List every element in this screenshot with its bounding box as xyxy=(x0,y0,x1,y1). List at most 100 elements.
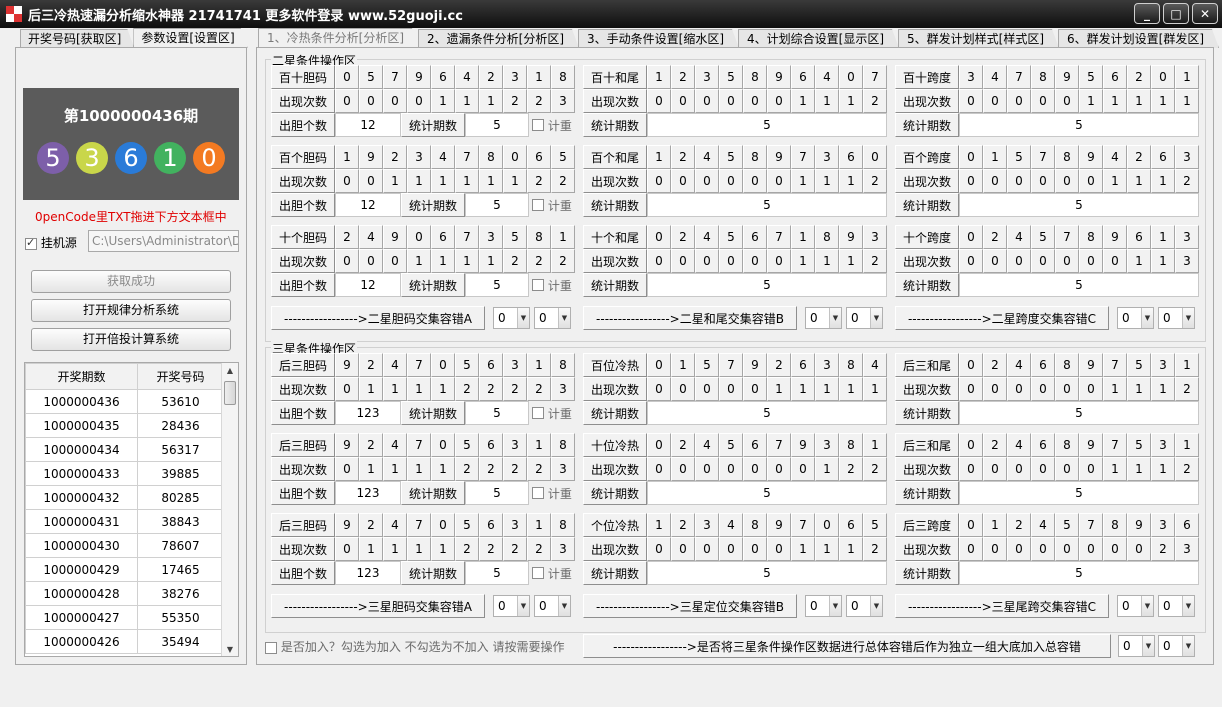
rule-analysis-button[interactable]: 打开规律分析系统 xyxy=(31,299,231,322)
period-count-input[interactable]: 5 xyxy=(465,193,529,217)
dropdown-arrow-icon[interactable]: ▼ xyxy=(1141,596,1153,616)
digit-cell[interactable]: 2 xyxy=(335,225,359,249)
digit-cell[interactable]: 0 xyxy=(407,225,431,249)
period-count-input[interactable]: 5 xyxy=(465,113,529,137)
digit-cell[interactable]: 1 xyxy=(983,513,1007,537)
digit-cell[interactable]: 9 xyxy=(767,145,791,169)
weight-toggle[interactable]: 计重 xyxy=(529,273,575,297)
weight-toggle[interactable]: 计重 xyxy=(529,401,575,425)
digit-cell[interactable]: 2 xyxy=(983,433,1007,457)
digit-cell[interactable]: 8 xyxy=(815,225,839,249)
dan-count-input[interactable]: 12 xyxy=(335,113,401,137)
tolerance-combo-a[interactable]: 0 ▼ xyxy=(493,307,530,329)
digit-cell[interactable]: 3 xyxy=(1151,353,1175,377)
digit-cell[interactable]: 0 xyxy=(647,225,671,249)
digit-cell[interactable]: 1 xyxy=(863,433,887,457)
digit-cell[interactable]: 9 xyxy=(791,433,815,457)
digit-cell[interactable]: 6 xyxy=(1175,513,1199,537)
digit-cell[interactable]: 9 xyxy=(1079,353,1103,377)
bottom-combo-1[interactable]: 0 ▼ xyxy=(1118,635,1155,657)
minimize-button[interactable]: _ xyxy=(1134,3,1160,24)
period-count-input[interactable]: 5 xyxy=(465,401,529,425)
table-row[interactable]: 1000000434 56317 xyxy=(25,437,224,462)
period-count-input[interactable]: 5 xyxy=(647,273,887,297)
add-total-checkbox[interactable] xyxy=(265,641,277,654)
digit-cell[interactable]: 2 xyxy=(359,513,383,537)
digit-cell[interactable]: 4 xyxy=(1007,433,1031,457)
digit-cell[interactable]: 4 xyxy=(695,145,719,169)
table-row[interactable]: 1000000427 55350 xyxy=(25,605,224,630)
table-row[interactable]: 1000000432 80285 xyxy=(25,485,224,510)
weight-toggle[interactable]: 计重 xyxy=(529,481,575,505)
digit-cell[interactable]: 8 xyxy=(839,433,863,457)
digit-cell[interactable]: 0 xyxy=(959,353,983,377)
digit-cell[interactable]: 1 xyxy=(335,145,359,169)
period-count-input[interactable]: 5 xyxy=(647,113,887,137)
main-tab-5[interactable]: 5、群发计划样式[样式区] xyxy=(898,29,1059,48)
digit-cell[interactable]: 5 xyxy=(1127,353,1151,377)
scroll-thumb[interactable] xyxy=(224,381,236,405)
digit-cell[interactable]: 2 xyxy=(767,353,791,377)
digit-cell[interactable]: 5 xyxy=(1079,65,1103,89)
weight-toggle[interactable]: 计重 xyxy=(529,193,575,217)
digit-cell[interactable]: 7 xyxy=(791,513,815,537)
digit-cell[interactable]: 6 xyxy=(1151,145,1175,169)
digit-cell[interactable]: 9 xyxy=(839,225,863,249)
digit-cell[interactable]: 5 xyxy=(503,225,527,249)
dropdown-arrow-icon[interactable]: ▼ xyxy=(517,596,529,616)
digit-cell[interactable]: 7 xyxy=(1079,513,1103,537)
dropdown-arrow-icon[interactable]: ▼ xyxy=(1182,636,1194,656)
dropdown-arrow-icon[interactable]: ▼ xyxy=(558,596,570,616)
digit-cell[interactable]: 3 xyxy=(959,65,983,89)
digit-cell[interactable]: 7 xyxy=(863,65,887,89)
digit-cell[interactable]: 5 xyxy=(1055,513,1079,537)
digit-cell[interactable]: 0 xyxy=(431,513,455,537)
digit-cell[interactable]: 6 xyxy=(1031,433,1055,457)
digit-cell[interactable]: 1 xyxy=(527,353,551,377)
weight-toggle[interactable]: 计重 xyxy=(529,113,575,137)
digit-cell[interactable]: 8 xyxy=(479,145,503,169)
col-header-number[interactable]: 开奖号码 xyxy=(137,363,224,390)
digit-cell[interactable]: 8 xyxy=(551,433,575,457)
digit-cell[interactable]: 6 xyxy=(839,513,863,537)
tab-settings[interactable]: 参数设置[设置区] xyxy=(133,28,247,48)
digit-cell[interactable]: 6 xyxy=(743,225,767,249)
period-count-input[interactable]: 5 xyxy=(959,273,1199,297)
digit-cell[interactable]: 5 xyxy=(359,65,383,89)
main-tab-4[interactable]: 4、计划综合设置[显示区] xyxy=(738,29,899,48)
digit-cell[interactable]: 6 xyxy=(743,433,767,457)
digit-cell[interactable]: 4 xyxy=(1007,225,1031,249)
digit-cell[interactable]: 6 xyxy=(1031,353,1055,377)
digit-cell[interactable]: 4 xyxy=(815,65,839,89)
digit-cell[interactable]: 8 xyxy=(743,65,767,89)
digit-cell[interactable]: 7 xyxy=(455,225,479,249)
digit-cell[interactable]: 8 xyxy=(1103,513,1127,537)
digit-cell[interactable]: 3 xyxy=(1175,145,1199,169)
digit-cell[interactable]: 0 xyxy=(959,513,983,537)
digit-cell[interactable]: 8 xyxy=(527,225,551,249)
digit-cell[interactable]: 9 xyxy=(1079,433,1103,457)
dropdown-arrow-icon[interactable]: ▼ xyxy=(1142,636,1154,656)
digit-cell[interactable]: 9 xyxy=(1103,225,1127,249)
digit-cell[interactable]: 1 xyxy=(983,145,1007,169)
digit-cell[interactable]: 7 xyxy=(767,433,791,457)
digit-cell[interactable]: 4 xyxy=(863,353,887,377)
dropdown-arrow-icon[interactable]: ▼ xyxy=(829,308,841,328)
digit-cell[interactable]: 0 xyxy=(431,433,455,457)
digit-cell[interactable]: 2 xyxy=(1007,513,1031,537)
weight-toggle[interactable]: 计重 xyxy=(529,561,575,585)
digit-cell[interactable]: 0 xyxy=(959,145,983,169)
digit-cell[interactable]: 9 xyxy=(335,513,359,537)
source-toggle[interactable]: 挂机源 xyxy=(25,234,77,251)
tolerance-combo-b[interactable]: 0 ▼ xyxy=(534,307,571,329)
digit-cell[interactable]: 1 xyxy=(1151,225,1175,249)
digit-cell[interactable]: 6 xyxy=(431,65,455,89)
tolerance-combo-a[interactable]: 0 ▼ xyxy=(805,595,842,617)
period-count-input[interactable]: 5 xyxy=(959,193,1199,217)
digit-cell[interactable]: 7 xyxy=(455,145,479,169)
digit-cell[interactable]: 0 xyxy=(647,433,671,457)
dan-count-input[interactable]: 12 xyxy=(335,193,401,217)
digit-cell[interactable]: 8 xyxy=(551,513,575,537)
digit-cell[interactable]: 4 xyxy=(383,513,407,537)
scroll-down-icon[interactable]: ▼ xyxy=(222,642,238,656)
